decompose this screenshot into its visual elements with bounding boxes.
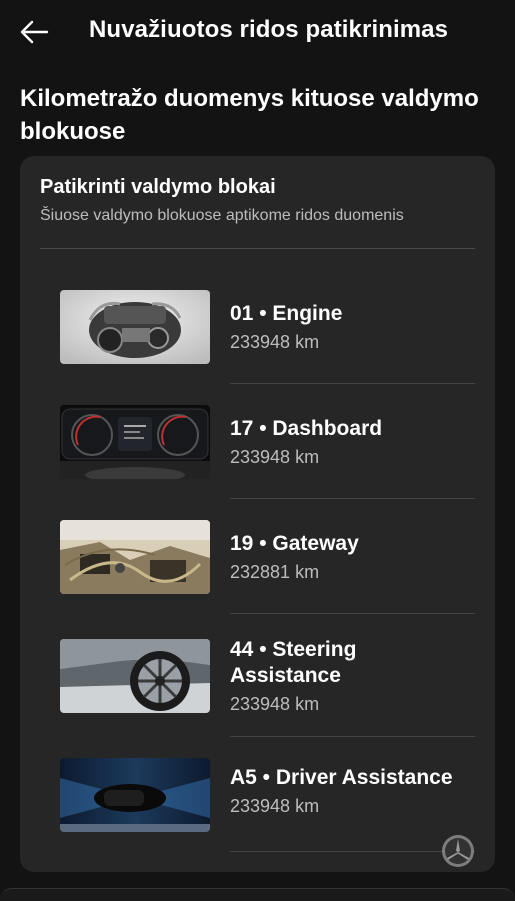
module-row-engine[interactable]: 01 • Engine 233948 km	[20, 276, 495, 386]
arrow-left-icon	[20, 20, 49, 44]
module-row-gateway[interactable]: 19 • Gateway 232881 km	[20, 506, 495, 616]
top-app-bar: Nuvažiuotos ridos patikrinimas	[0, 0, 515, 64]
module-mileage: 233948 km	[230, 447, 320, 467]
driver-assist-photo	[60, 758, 210, 832]
row-divider	[230, 736, 475, 737]
gateway-wiring-photo	[60, 520, 210, 594]
card-title: Patikrinti valdymo blokai	[40, 176, 276, 198]
row-divider	[230, 498, 475, 499]
row-divider	[230, 613, 475, 614]
module-mileage: 232881 km	[230, 562, 320, 582]
bottom-sheet-edge	[0, 888, 515, 901]
module-row-driver-assistance[interactable]: A5 • Driver Assistance 233948 km	[20, 741, 495, 852]
module-name: 17 • Dashboard	[230, 417, 383, 440]
section-title: Kilometražo duomenys kituose valdymo blo…	[20, 85, 479, 145]
module-name: 01 • Engine	[230, 302, 343, 325]
row-divider	[230, 851, 475, 852]
module-mileage: 233948 km	[230, 694, 320, 714]
module-name: A5 • Driver Assistance	[230, 766, 453, 789]
dashboard-photo	[60, 405, 210, 479]
module-mileage: 233948 km	[230, 332, 320, 352]
module-row-steering-assistance[interactable]: 44 • Steering Assistance 233948 km	[20, 621, 495, 737]
row-divider	[230, 383, 475, 384]
module-mileage: 233948 km	[230, 796, 320, 816]
module-name: 44 • Steering Assistance	[230, 638, 357, 687]
card-subtitle: Šiuose valdymo blokuose aptikome ridos d…	[40, 207, 404, 224]
page-title: Nuvažiuotos ridos patikrinimas	[89, 16, 449, 43]
back-button[interactable]	[14, 12, 54, 52]
wheel-photo	[60, 639, 210, 713]
module-name: 19 • Gateway	[230, 532, 359, 555]
module-row-dashboard[interactable]: 17 • Dashboard 233948 km	[20, 391, 495, 501]
divider	[40, 248, 475, 249]
engine-photo	[60, 290, 210, 364]
mercedes-star-icon	[442, 835, 474, 867]
control-units-card: Patikrinti valdymo blokai Šiuose valdymo…	[20, 156, 495, 872]
